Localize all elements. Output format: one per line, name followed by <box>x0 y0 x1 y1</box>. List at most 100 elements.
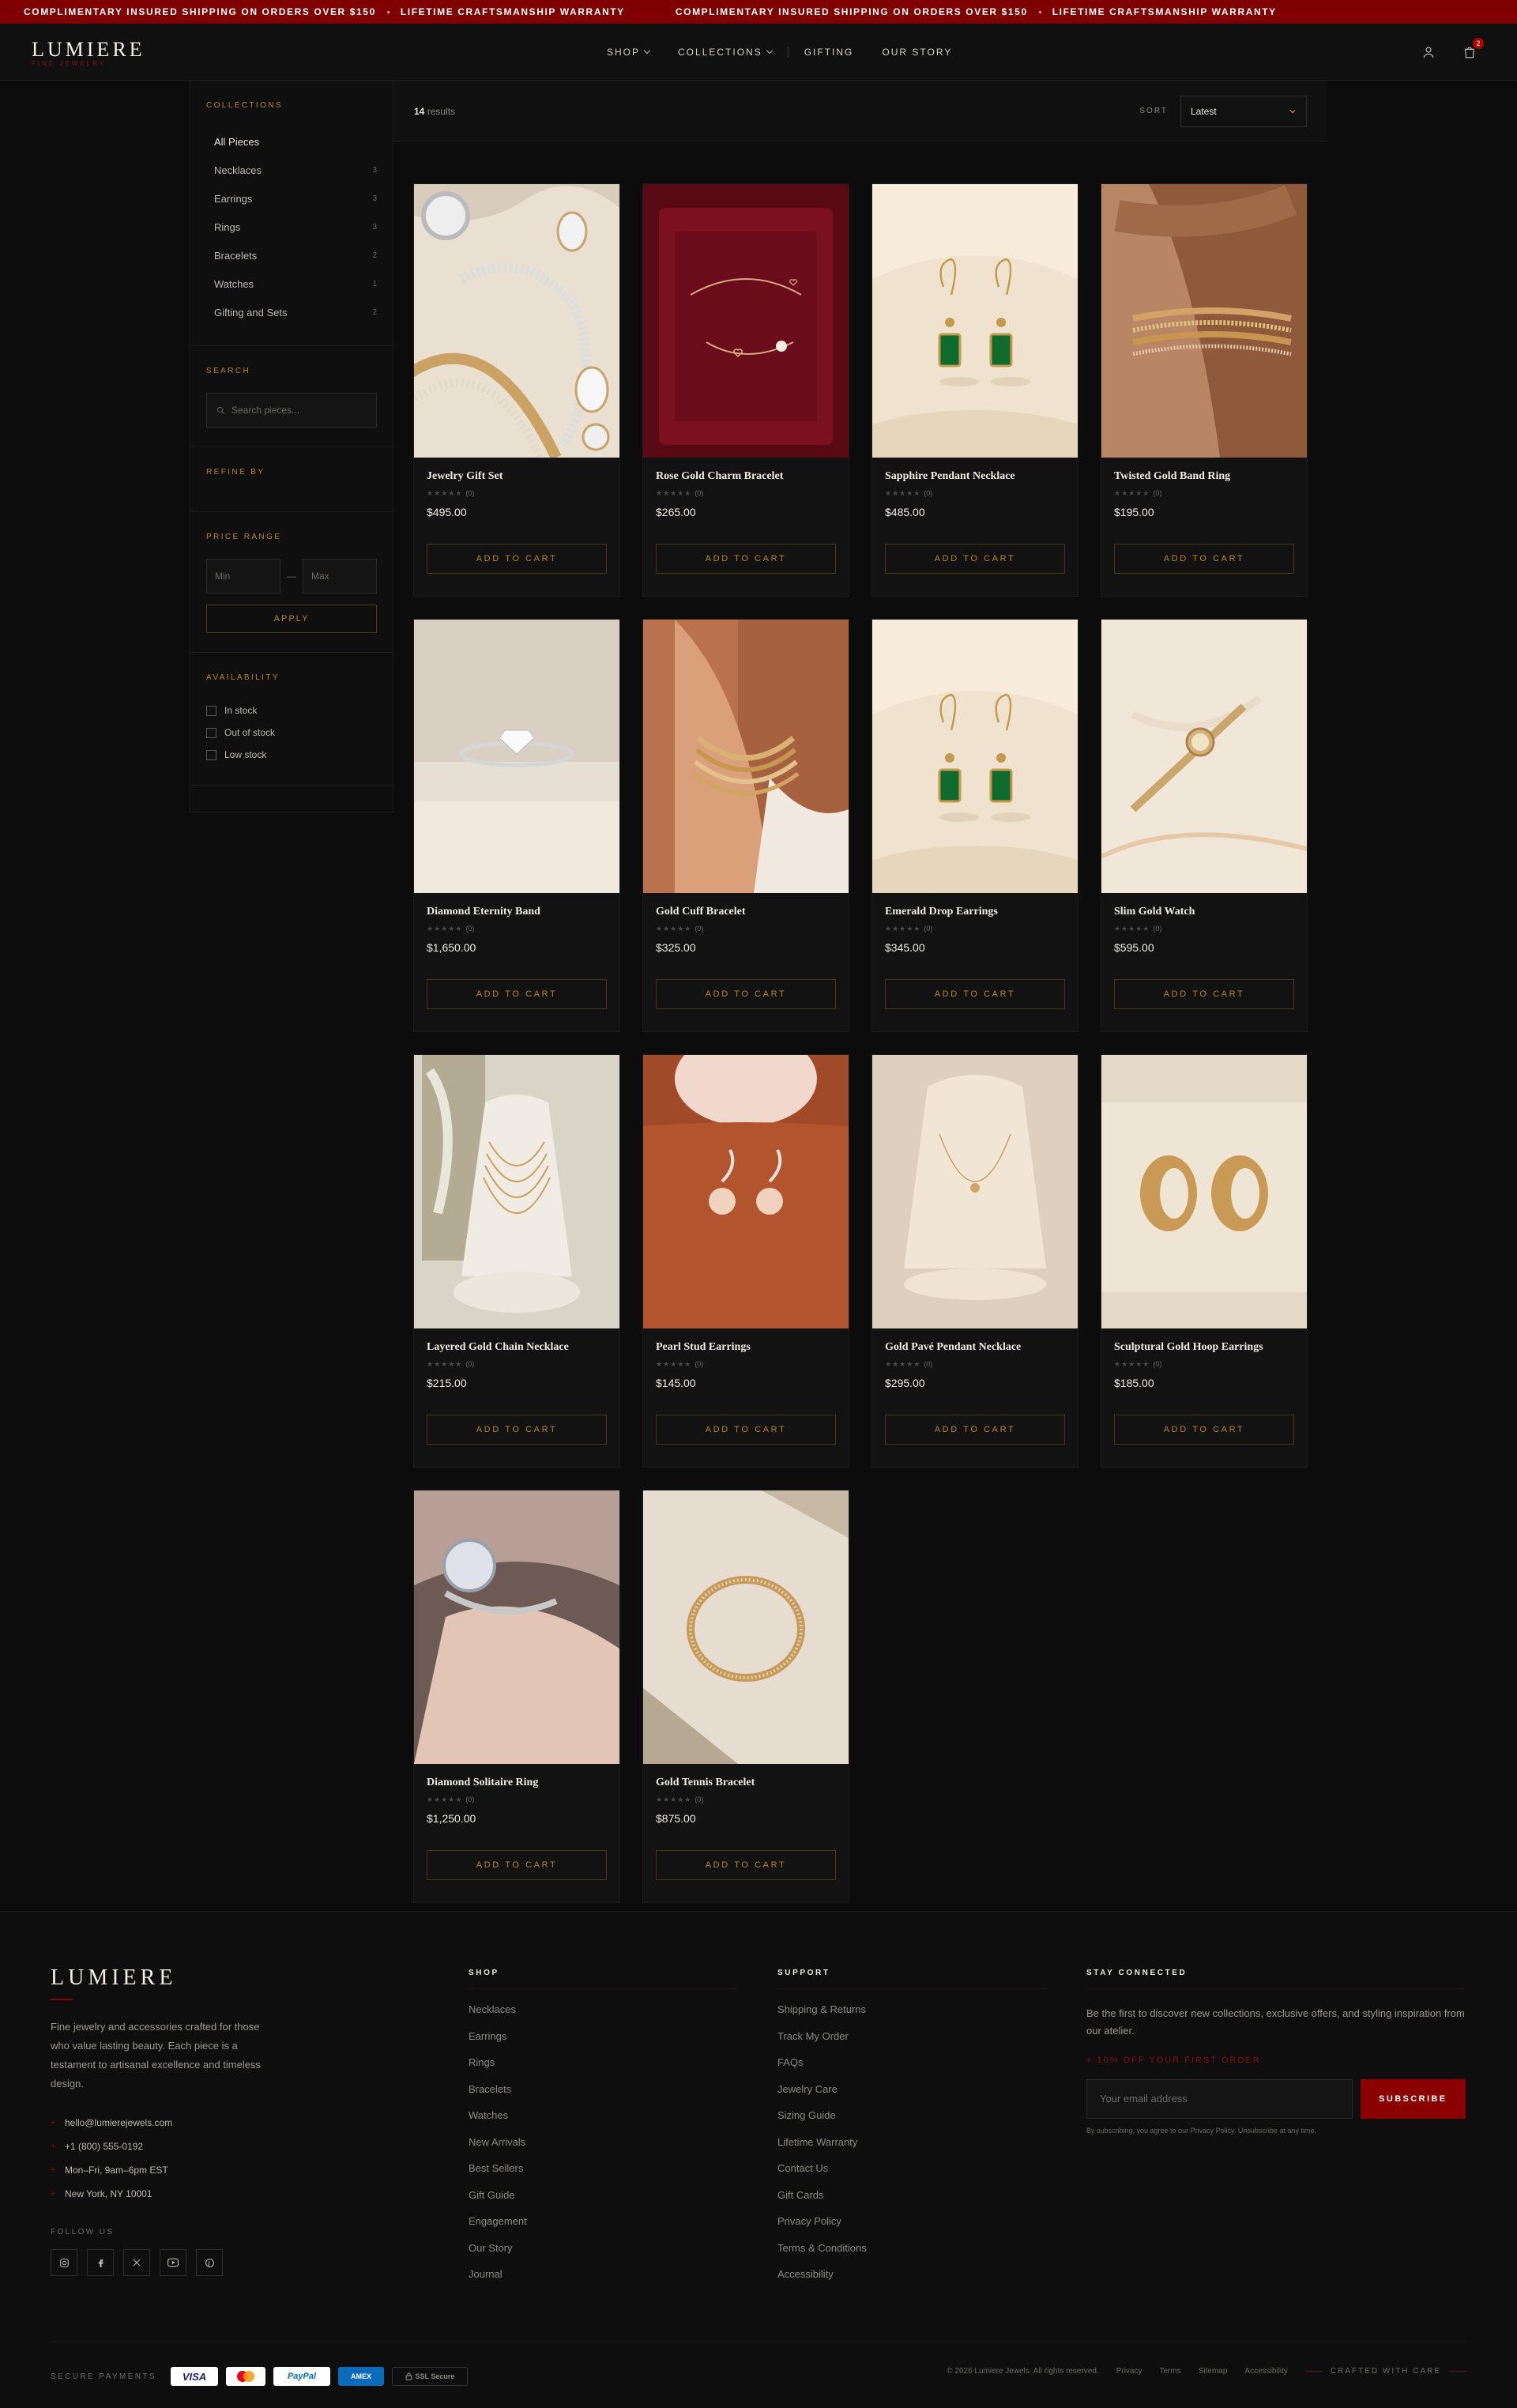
product-image[interactable] <box>872 1055 1078 1328</box>
product-card[interactable]: Gold Tennis Bracelet ★★★★★ (0) $875.00 AD… <box>642 1490 849 1903</box>
product-name[interactable]: Diamond Eternity Band <box>427 906 607 918</box>
footer-link[interactable]: Track My Order <box>777 2030 1046 2057</box>
product-card[interactable]: Gold Pavé Pendant Necklace ★★★★★ (0) $295… <box>871 1054 1078 1468</box>
legal-terms[interactable]: Terms <box>1160 2367 1181 2376</box>
nav-gifting[interactable]: GIFTING <box>804 47 854 58</box>
collection-item[interactable]: Earrings 3 <box>206 184 377 213</box>
product-image[interactable] <box>414 184 619 458</box>
product-name[interactable]: Gold Tennis Bracelet <box>656 1777 836 1789</box>
add-to-cart-button[interactable]: ADD TO CART <box>656 1415 836 1445</box>
youtube-link[interactable] <box>160 2249 186 2276</box>
legal-accessibility[interactable]: Accessibility <box>1244 2367 1287 2376</box>
footer-link[interactable]: Shipping & Returns <box>777 2003 1046 2030</box>
add-to-cart-button[interactable]: ADD TO CART <box>427 544 607 574</box>
product-name[interactable]: Layered Gold Chain Necklace <box>427 1341 607 1354</box>
footer-link[interactable]: Gift Cards <box>777 2189 1046 2216</box>
footer-link[interactable]: Engagement <box>469 2215 737 2242</box>
add-to-cart-button[interactable]: ADD TO CART <box>1114 1415 1294 1445</box>
legal-sitemap[interactable]: Sitemap <box>1199 2367 1228 2376</box>
collection-item[interactable]: All Pieces <box>206 127 377 156</box>
product-name[interactable]: Slim Gold Watch <box>1114 906 1294 918</box>
footer-link[interactable]: Terms & Conditions <box>777 2242 1046 2269</box>
footer-link[interactable]: Our Story <box>469 2242 737 2269</box>
product-image[interactable] <box>643 184 849 458</box>
product-name[interactable]: Gold Cuff Bracelet <box>656 906 836 918</box>
nav-collections[interactable]: COLLECTIONS <box>678 47 773 58</box>
footer-link[interactable]: Necklaces <box>469 2003 737 2030</box>
collection-item[interactable]: Gifting and Sets 2 <box>206 298 377 326</box>
footer-link[interactable]: Earrings <box>469 2030 737 2057</box>
subscribe-button[interactable]: SUBSCRIBE <box>1360 2079 1466 2119</box>
add-to-cart-button[interactable]: ADD TO CART <box>656 544 836 574</box>
sort-select[interactable]: Latest <box>1180 95 1307 127</box>
product-name[interactable]: Pearl Stud Earrings <box>656 1341 836 1354</box>
product-name[interactable]: Sapphire Pendant Necklace <box>885 470 1065 483</box>
availability-in-stock[interactable]: In stock <box>206 699 377 722</box>
product-name[interactable]: Diamond Solitaire Ring <box>427 1777 607 1789</box>
add-to-cart-button[interactable]: ADD TO CART <box>427 1415 607 1445</box>
footer-link[interactable]: Watches <box>469 2109 737 2136</box>
footer-logo[interactable]: LUMIERE <box>51 1965 280 1991</box>
footer-link[interactable]: Sizing Guide <box>777 2109 1046 2136</box>
footer-link[interactable]: Privacy Policy <box>777 2215 1046 2242</box>
product-card[interactable]: Pearl Stud Earrings ★★★★★ (0) $145.00 ADD… <box>642 1054 849 1468</box>
legal-privacy[interactable]: Privacy <box>1116 2367 1142 2376</box>
collection-item[interactable]: Necklaces 3 <box>206 156 377 184</box>
availability-out-of-stock[interactable]: Out of stock <box>206 722 377 744</box>
product-image[interactable] <box>643 1490 849 1764</box>
footer-link[interactable]: Lifetime Warranty <box>777 2136 1046 2163</box>
collection-item[interactable]: Watches 1 <box>206 269 377 298</box>
product-card[interactable]: Rose Gold Charm Bracelet ★★★★★ (0) $265.0… <box>642 183 849 597</box>
add-to-cart-button[interactable]: ADD TO CART <box>427 979 607 1009</box>
pinterest-link[interactable] <box>196 2249 223 2276</box>
product-card[interactable]: Sculptural Gold Hoop Earrings ★★★★★ (0) $… <box>1101 1054 1308 1468</box>
checkbox[interactable] <box>206 749 216 760</box>
product-name[interactable]: Emerald Drop Earrings <box>885 906 1065 918</box>
footer-link[interactable]: Best Sellers <box>469 2162 737 2189</box>
account-button[interactable] <box>1419 43 1438 62</box>
product-name[interactable]: Jewelry Gift Set <box>427 470 607 483</box>
nav-shop[interactable]: SHOP <box>607 47 651 58</box>
product-image[interactable] <box>872 184 1078 458</box>
add-to-cart-button[interactable]: ADD TO CART <box>656 1850 836 1880</box>
product-image[interactable] <box>414 1055 619 1328</box>
product-card[interactable]: Sapphire Pendant Necklace ★★★★★ (0) $485.… <box>871 183 1078 597</box>
checkbox[interactable] <box>206 727 216 738</box>
add-to-cart-button[interactable]: ADD TO CART <box>427 1850 607 1880</box>
footer-link[interactable]: Jewelry Care <box>777 2083 1046 2110</box>
search-input[interactable]: Search pieces... <box>206 393 377 428</box>
collection-item[interactable]: Rings 3 <box>206 213 377 241</box>
availability-low-stock[interactable]: Low stock <box>206 744 377 766</box>
product-image[interactable] <box>872 620 1078 893</box>
add-to-cart-button[interactable]: ADD TO CART <box>1114 544 1294 574</box>
price-max-input[interactable]: Max <box>303 559 377 594</box>
footer-link[interactable]: Journal <box>469 2268 737 2295</box>
contact-item[interactable]: + hello@lumierejewels.com <box>51 2111 280 2135</box>
product-image[interactable] <box>414 1490 619 1764</box>
product-card[interactable]: Diamond Solitaire Ring ★★★★★ (0) $1,250.0… <box>413 1490 620 1903</box>
add-to-cart-button[interactable]: ADD TO CART <box>885 544 1065 574</box>
footer-link[interactable]: Rings <box>469 2056 737 2083</box>
nav-our-story[interactable]: OUR STORY <box>882 47 952 58</box>
add-to-cart-button[interactable]: ADD TO CART <box>885 1415 1065 1445</box>
x-link[interactable] <box>123 2249 150 2276</box>
logo[interactable]: LUMIERE FINE JEWELRY <box>32 38 145 67</box>
product-name[interactable]: Sculptural Gold Hoop Earrings <box>1114 1341 1294 1354</box>
checkbox[interactable] <box>206 705 216 716</box>
product-card[interactable]: Twisted Gold Band Ring ★★★★★ (0) $195.00 … <box>1101 183 1308 597</box>
add-to-cart-button[interactable]: ADD TO CART <box>656 979 836 1009</box>
facebook-link[interactable] <box>87 2249 114 2276</box>
product-image[interactable] <box>1101 1055 1307 1328</box>
footer-link[interactable]: New Arrivals <box>469 2136 737 2163</box>
product-card[interactable]: Layered Gold Chain Necklace ★★★★★ (0) $21… <box>413 1054 620 1468</box>
cart-button[interactable]: 2 <box>1460 38 1484 62</box>
product-image[interactable] <box>414 620 619 893</box>
footer-link[interactable]: FAQs <box>777 2056 1046 2083</box>
add-to-cart-button[interactable]: ADD TO CART <box>1114 979 1294 1009</box>
product-card[interactable]: Jewelry Gift Set ★★★★★ (0) $495.00 ADD TO… <box>413 183 620 597</box>
product-image[interactable] <box>1101 620 1307 893</box>
price-min-input[interactable]: Min <box>206 559 280 594</box>
apply-price-button[interactable]: APPLY <box>206 605 377 633</box>
product-name[interactable]: Rose Gold Charm Bracelet <box>656 470 836 483</box>
footer-link[interactable]: Bracelets <box>469 2083 737 2110</box>
